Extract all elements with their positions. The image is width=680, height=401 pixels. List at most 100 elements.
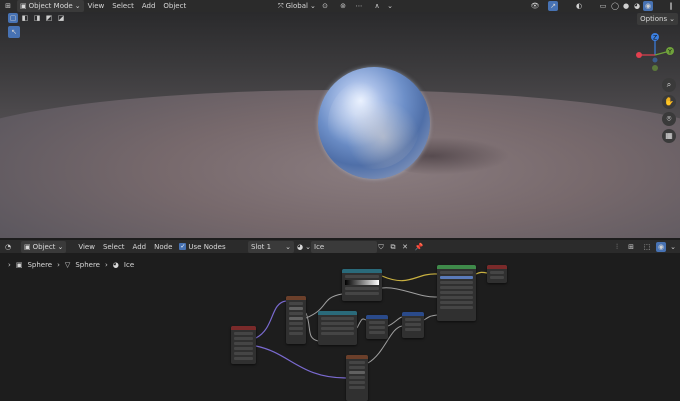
node-link <box>475 271 488 275</box>
rendered-shading-icon[interactable]: ◉ <box>643 1 653 11</box>
fake-user-shield-icon[interactable]: ⛉ <box>376 242 386 252</box>
perspective-grid-icon[interactable]: ▦ <box>662 129 676 143</box>
zoom-icon[interactable]: ⌕ <box>662 78 676 92</box>
tool-settings-icon[interactable]: ⫶ <box>612 242 622 252</box>
texture-coordinate-node[interactable] <box>231 326 256 364</box>
material-shading-icon[interactable]: ◕ <box>632 1 642 11</box>
overlay-icon[interactable]: ⬚ <box>642 242 652 252</box>
gizmo-z-label: Z <box>653 35 657 42</box>
cursor-select-tool-icon[interactable]: ↖ <box>8 26 20 38</box>
noise-texture-node[interactable] <box>286 296 306 344</box>
node-header <box>231 326 256 330</box>
node-header <box>402 312 424 316</box>
mode-label: Object Mode <box>28 2 73 10</box>
proportional-edit-icon[interactable]: ∧ <box>372 1 382 11</box>
chevron-down-icon: ⌄ <box>285 242 291 251</box>
pan-hand-icon[interactable]: ✋ <box>662 95 676 109</box>
node-link <box>381 287 438 298</box>
node-header <box>342 269 382 273</box>
object-data-icon: ▣ <box>15 261 23 269</box>
select-new-icon[interactable]: ◧ <box>20 13 30 23</box>
node-header <box>346 355 368 359</box>
falloff-icon[interactable]: ⌄ <box>385 1 395 11</box>
menu-select[interactable]: Select <box>108 2 138 10</box>
chevron-down-icon: ⌄ <box>74 2 81 10</box>
tool-row: ▢ ◧ ◨ ◩ ◪ <box>8 13 66 23</box>
snap-icon[interactable]: ⊚ <box>338 1 348 11</box>
object-mode-icon: ▣ <box>20 2 27 10</box>
color-ramp-gradient[interactable] <box>345 280 379 285</box>
orientation-label: Global <box>285 2 308 10</box>
menu-object[interactable]: Object <box>159 2 190 10</box>
breadcrumb-mesh[interactable]: Sphere <box>75 261 100 269</box>
viewport-header: ⊞ ▣ Object Mode ⌄ View Select Add Object… <box>0 0 680 12</box>
node-header <box>318 311 357 315</box>
material-name-field[interactable]: Ice <box>311 240 377 253</box>
orientation-icon: ⤧ <box>278 1 284 10</box>
mode-dropdown[interactable]: ▣ Object Mode ⌄ <box>17 0 84 12</box>
color-ramp-node[interactable] <box>342 269 382 301</box>
node-header <box>366 315 388 319</box>
gizmo-toggle-icon[interactable]: ↗ <box>548 1 558 11</box>
mapping-node[interactable] <box>318 311 357 345</box>
duplicate-icon[interactable]: ⧉ <box>388 242 398 252</box>
node-header <box>487 265 507 269</box>
solid-shading-icon[interactable]: ● <box>621 1 631 11</box>
pause-icon[interactable]: ‖ <box>666 1 676 11</box>
menu-view[interactable]: View <box>84 2 109 10</box>
node-link <box>305 312 319 342</box>
node-menu-node[interactable]: Node <box>150 243 176 251</box>
pin-icon[interactable]: 📌 <box>414 242 424 252</box>
backdrop-icon[interactable]: ◉ <box>656 241 666 252</box>
material-sphere-icon: ◕ <box>112 261 119 269</box>
visibility-icon[interactable]: 👁 <box>530 1 540 11</box>
normal-node[interactable] <box>402 312 424 338</box>
voronoi-texture-node[interactable] <box>346 355 368 401</box>
use-nodes-toggle[interactable]: ✓ Use Nodes <box>176 241 228 253</box>
select-invert-icon[interactable]: ◪ <box>56 13 66 23</box>
overlay-toggle-icon[interactable]: ◐ <box>574 1 584 11</box>
breadcrumb-material[interactable]: Ice <box>124 261 134 269</box>
node-link <box>387 316 403 327</box>
slot-dropdown[interactable]: Slot 1 ⌄ <box>248 240 294 253</box>
navigation-gizmo[interactable]: Z Y <box>630 30 680 80</box>
chevron-right-icon: › <box>104 261 108 269</box>
wireframe-shading-icon[interactable]: ◯ <box>610 1 620 11</box>
node-editor-type-dropdown[interactable]: ▣ Object ⌄ <box>21 240 67 253</box>
chevron-down-icon[interactable]: ⌄ <box>668 242 678 252</box>
select-extend-icon[interactable]: ◨ <box>32 13 42 23</box>
node-menu-add[interactable]: Add <box>129 243 151 251</box>
camera-view-icon[interactable]: ⌾ <box>662 112 676 126</box>
breadcrumb: › ▣ Sphere › ▽ Sphere › ◕ Ice <box>8 261 134 269</box>
node-link <box>255 300 287 339</box>
node-menu-select[interactable]: Select <box>99 243 129 251</box>
editor-type-icon[interactable]: ⊞ <box>3 1 13 11</box>
breadcrumb-object[interactable]: Sphere <box>27 261 52 269</box>
3d-viewport[interactable]: ▢ ◧ ◨ ◩ ◪ ↖ Options ⌄ Z Y ⌕ ✋ ⌾ ▦ <box>0 12 680 238</box>
chevron-down-icon: ⌄ <box>57 242 64 251</box>
select-box-icon[interactable]: ▢ <box>8 13 18 23</box>
principled-bsdf-node[interactable] <box>437 265 476 321</box>
checkbox-checked-icon: ✓ <box>179 243 187 250</box>
editor-type-icon[interactable]: ◔ <box>3 242 13 252</box>
menu-add[interactable]: Add <box>138 2 160 10</box>
bump-node[interactable] <box>366 315 388 339</box>
unlink-close-icon[interactable]: ✕ <box>400 242 410 252</box>
select-subtract-icon[interactable]: ◩ <box>44 13 54 23</box>
slot-label: Slot 1 <box>251 242 272 251</box>
node-editor-canvas[interactable] <box>0 258 680 401</box>
options-label: Options <box>640 15 668 23</box>
node-menu-view[interactable]: View <box>74 243 99 251</box>
material-output-node[interactable] <box>487 265 507 283</box>
options-button[interactable]: Options ⌄ <box>637 13 678 25</box>
orientation-dropdown[interactable]: ⤧ Global ⌄ <box>275 0 319 12</box>
node-link <box>381 273 438 282</box>
ice-sphere[interactable] <box>318 67 430 179</box>
snap-icon[interactable]: ⊞ <box>626 242 636 252</box>
material-sphere-icon: ◕ <box>297 242 304 251</box>
gizmo-z-negative <box>652 57 658 63</box>
chevron-down-icon: ⌄ <box>669 15 675 23</box>
pivot-icon[interactable]: ⊙ <box>320 1 330 11</box>
snap-target-icon[interactable]: ⋯ <box>354 1 364 11</box>
xray-toggle-icon[interactable]: ▭ <box>598 1 608 11</box>
